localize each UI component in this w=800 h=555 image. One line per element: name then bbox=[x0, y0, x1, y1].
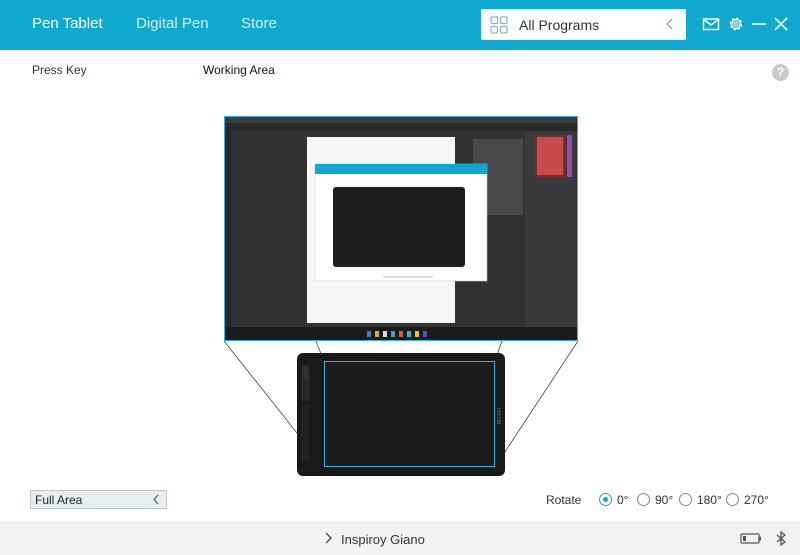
tablet-active-area[interactable] bbox=[324, 361, 495, 467]
radio-indicator bbox=[726, 493, 739, 506]
bluetooth-icon bbox=[776, 531, 787, 546]
rotate-270-label: 270° bbox=[744, 493, 769, 507]
desktop-screenshot bbox=[225, 117, 577, 340]
press-key-tab[interactable]: Press Key bbox=[32, 63, 87, 77]
mail-icon[interactable] bbox=[702, 15, 720, 33]
chevron-left-icon bbox=[666, 18, 673, 30]
program-select-value: All Programs bbox=[519, 17, 600, 33]
gear-icon[interactable] bbox=[727, 15, 745, 33]
rotate-label: Rotate bbox=[546, 493, 582, 507]
radio-indicator bbox=[637, 493, 650, 506]
close-icon[interactable] bbox=[772, 15, 790, 33]
chevron-right-icon[interactable] bbox=[324, 532, 333, 544]
area-select[interactable]: Full Area bbox=[30, 490, 167, 509]
device-footer: Inspiroy Giano bbox=[0, 521, 800, 555]
svg-text:HUION: HUION bbox=[495, 408, 501, 425]
area-select-value: Full Area bbox=[35, 493, 83, 507]
device-name[interactable]: Inspiroy Giano bbox=[341, 532, 425, 547]
tab-store[interactable]: Store bbox=[241, 15, 277, 32]
battery-icon bbox=[740, 533, 761, 544]
minimize-icon[interactable] bbox=[750, 15, 768, 33]
rotate-90-label: 90° bbox=[655, 493, 674, 507]
tab-pen-tablet[interactable]: Pen Tablet bbox=[32, 15, 103, 32]
radio-indicator bbox=[599, 493, 612, 506]
screen-preview bbox=[224, 116, 578, 341]
help-icon[interactable]: ? bbox=[772, 64, 789, 81]
tab-digital-pen[interactable]: Digital Pen bbox=[136, 15, 209, 32]
rotate-180-label: 180° bbox=[697, 493, 722, 507]
working-area-tab[interactable]: Working Area bbox=[203, 63, 275, 77]
program-select[interactable]: All Programs bbox=[481, 9, 686, 40]
chevron-left-icon bbox=[153, 494, 159, 505]
app-header: Pen Tablet Digital Pen Store All Program… bbox=[0, 0, 800, 50]
grid-icon bbox=[490, 16, 508, 34]
radio-indicator bbox=[679, 493, 692, 506]
rotate-0-label: 0° bbox=[617, 493, 629, 507]
